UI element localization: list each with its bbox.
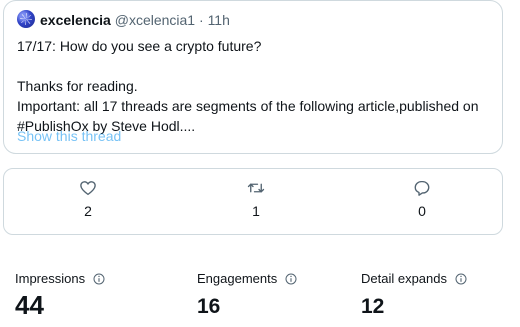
tweet-text: 17/17: How do you see a crypto future? T… [17, 36, 501, 136]
tweet-line: 17/17: How do you see a crypto future? [17, 38, 262, 54]
like-count: 2 [84, 203, 92, 219]
tweet-header: excelencia @xcelencia1 · 11h [40, 11, 230, 29]
reply-button[interactable]: 0 [402, 179, 442, 219]
tweet-card[interactable]: excelencia @xcelencia1 · 11h 17/17: How … [3, 0, 503, 154]
metric-engagements: Engagements 16 [197, 271, 297, 319]
timestamp[interactable]: 11h [208, 12, 230, 28]
metric-detail-expands: Detail expands 12 [361, 271, 467, 319]
impressions-value: 44 [15, 290, 44, 320]
engagements-value: 16 [197, 295, 221, 318]
tweet-actions: 2 1 0 [3, 168, 503, 235]
metric-impressions: Impressions 44 [15, 271, 105, 320]
engagements-label: Engagements [197, 271, 278, 286]
metric-label: Detail expands [361, 271, 467, 287]
info-icon[interactable] [285, 273, 297, 285]
info-icon[interactable] [93, 273, 105, 285]
reply-icon [414, 180, 430, 196]
user-handle[interactable]: @xcelencia1 [115, 12, 195, 28]
retweet-button[interactable]: 1 [236, 179, 276, 219]
tweet-line: Important: all 17 threads are segments o… [17, 98, 479, 114]
detail-expands-value: 12 [361, 295, 385, 318]
tweet-line: Thanks for reading. [17, 78, 138, 94]
like-button[interactable]: 2 [68, 179, 108, 219]
show-thread-link[interactable]: Show this thread [17, 127, 121, 145]
separator: · [199, 12, 204, 28]
reply-count: 0 [418, 203, 426, 219]
info-icon[interactable] [455, 273, 467, 285]
impressions-label: Impressions [15, 271, 86, 286]
metric-label: Impressions [15, 271, 105, 287]
detail-expands-label: Detail expands [361, 271, 447, 286]
avatar[interactable] [17, 10, 35, 28]
heart-icon [80, 181, 96, 196]
display-name[interactable]: excelencia [40, 12, 111, 28]
retweet-icon [247, 183, 265, 193]
metric-label: Engagements [197, 271, 297, 287]
retweet-count: 1 [252, 203, 260, 219]
